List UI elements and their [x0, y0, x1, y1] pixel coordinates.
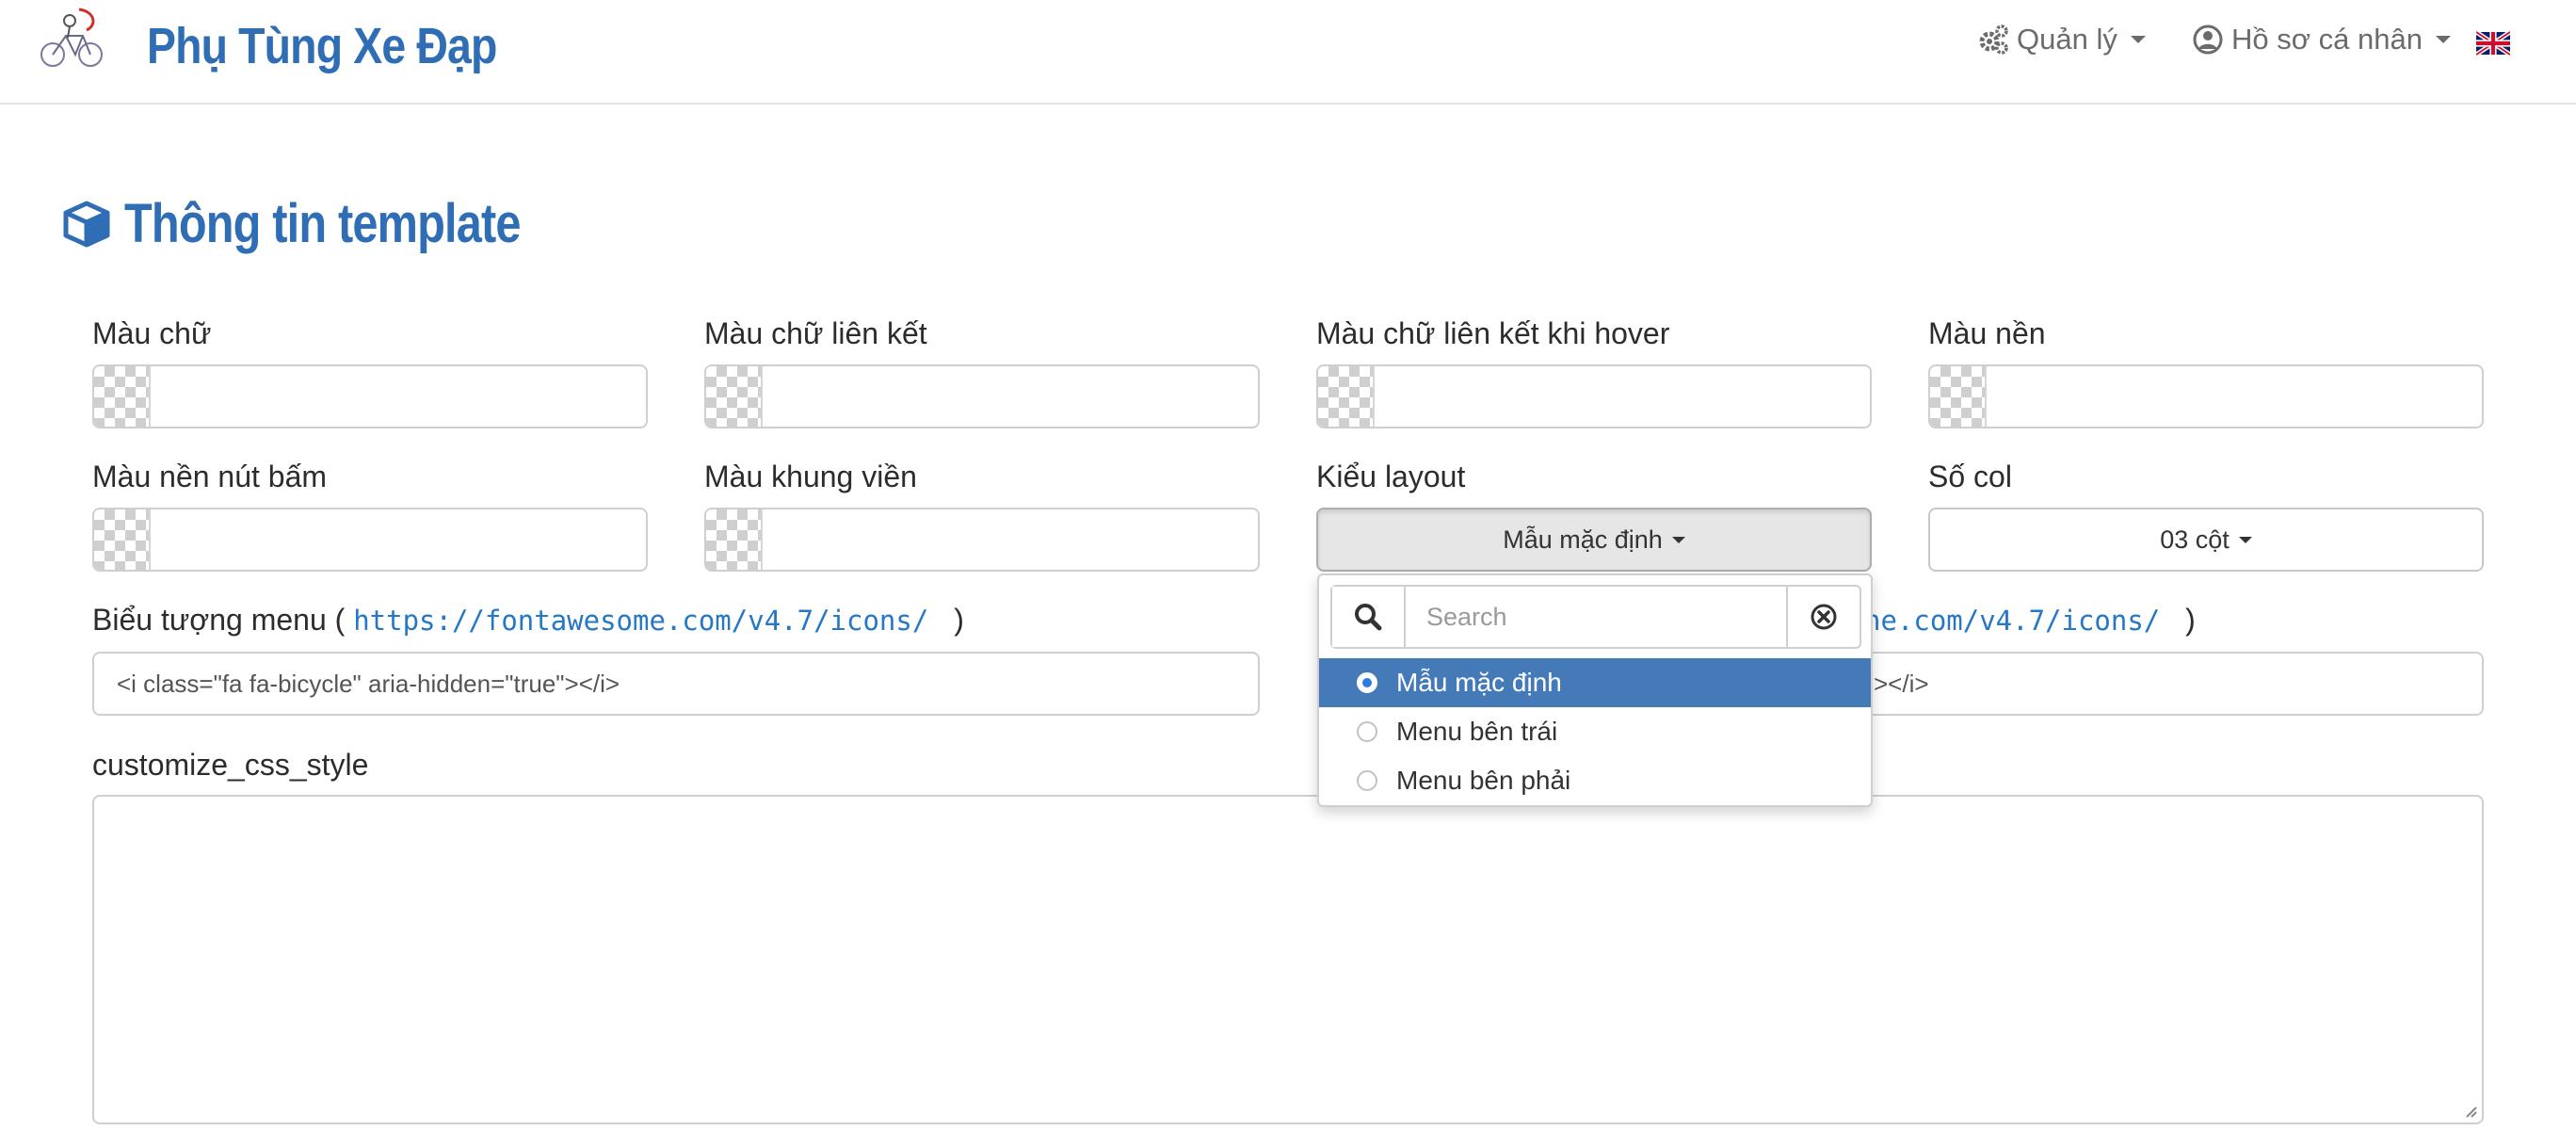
page-title-text: Thông tin template — [124, 193, 521, 254]
color-swatch[interactable] — [94, 366, 151, 427]
columns-select[interactable]: 03 cột — [1928, 508, 2484, 572]
uk-flag-icon[interactable] — [2476, 31, 2510, 56]
layout-label: Kiểu layout — [1316, 460, 1466, 493]
menu-icon-label-text: Biểu tượng menu — [92, 603, 327, 637]
nav-profile-dropdown[interactable]: Hồ sơ cá nhân — [2192, 23, 2451, 57]
menu-icon-label: Biểu tượng menu ( https://fontawesome.co… — [92, 603, 964, 638]
layout-option-label: Menu bên phải — [1396, 766, 1571, 795]
css-style-textarea[interactable] — [92, 795, 2484, 1124]
caret-down-icon — [2238, 536, 2252, 543]
second-icon-input-value: ></i> — [1874, 669, 1929, 698]
dropdown-search-input[interactable]: Search — [1406, 587, 1786, 647]
layout-dropdown-menu: Search Mẫu mặc định Menu bên trái Menu b… — [1317, 574, 1873, 807]
css-style-label: customize_css_style — [92, 748, 369, 782]
close-circle-icon — [1811, 604, 1837, 630]
columns-select-value: 03 cột — [2160, 525, 2230, 554]
layout-option-label: Menu bên trái — [1396, 717, 1558, 746]
cogs-icon — [1979, 24, 2008, 55]
background-color-label: Màu nền — [1928, 316, 2046, 350]
link-hover-color-picker[interactable] — [1316, 364, 1872, 428]
layout-option[interactable]: Menu bên phải — [1319, 756, 1871, 805]
fontawesome-link[interactable]: https://fontawesome.com/v4.7/icons/ — [353, 605, 928, 637]
layout-option-label: Mẫu mặc định — [1396, 668, 1562, 697]
nav-profile-label: Hồ sơ cá nhân — [2231, 23, 2423, 56]
resize-grip-icon[interactable] — [2461, 1102, 2478, 1119]
caret-down-icon — [2436, 36, 2451, 43]
button-background-label: Màu nền nút bấm — [92, 460, 328, 493]
caret-down-icon — [1671, 536, 1685, 543]
radio-selected-icon — [1357, 672, 1377, 693]
radio-icon — [1357, 721, 1377, 742]
layout-select[interactable]: Mẫu mặc định — [1316, 508, 1872, 572]
menu-icon-paren-close: ) — [954, 603, 964, 637]
nav-manage-dropdown[interactable]: Quản lý — [1977, 23, 2146, 57]
second-icon-paren-close: ) — [2185, 603, 2196, 637]
dropdown-search-box: Search — [1330, 585, 1861, 649]
color-swatch[interactable] — [1318, 366, 1375, 427]
button-background-picker[interactable] — [92, 508, 648, 572]
search-addon — [1332, 587, 1406, 647]
cube-icon — [63, 201, 110, 247]
caret-down-icon — [2130, 36, 2146, 43]
page-title: Thông tin template — [62, 192, 596, 255]
background-color-picker[interactable] — [1928, 364, 2484, 428]
link-color-picker[interactable] — [704, 364, 1260, 428]
menu-icon-input[interactable]: <i class="fa fa-bicycle" aria-hidden="tr… — [92, 652, 1260, 716]
border-color-label: Màu khung viền — [704, 460, 917, 493]
bicycle-logo-icon[interactable] — [38, 6, 107, 75]
link-color-label: Màu chữ liên kết — [704, 316, 927, 350]
color-swatch[interactable] — [1930, 366, 1987, 427]
layout-option[interactable]: Menu bên trái — [1319, 707, 1871, 756]
user-circle-icon — [2193, 24, 2223, 55]
second-icon-label: ne.com/v4.7/icons/ ) — [1864, 603, 2196, 638]
layout-select-value: Mẫu mặc định — [1503, 525, 1663, 554]
color-swatch[interactable] — [94, 509, 151, 570]
color-swatch[interactable] — [706, 509, 763, 570]
radio-icon — [1357, 770, 1377, 791]
nav-manage-label: Quản lý — [2017, 23, 2117, 56]
text-color-picker[interactable] — [92, 364, 648, 428]
text-color-label: Màu chữ — [92, 316, 212, 350]
clear-search-button[interactable] — [1786, 587, 1860, 647]
border-color-picker[interactable] — [704, 508, 1260, 572]
link-hover-color-label: Màu chữ liên kết khi hover — [1316, 316, 1670, 350]
layout-option[interactable]: Mẫu mặc định — [1319, 658, 1871, 707]
columns-label: Số col — [1928, 460, 2012, 493]
navbar: Phụ Tùng Xe Đạp Quản lý Hồ sơ cá nhân — [0, 0, 2576, 105]
fontawesome-link-2[interactable]: ne.com/v4.7/icons/ — [1864, 605, 2160, 637]
menu-icon-paren-open: ( — [334, 603, 346, 637]
brand-name[interactable]: Phụ Tùng Xe Đạp — [147, 17, 497, 75]
color-swatch[interactable] — [706, 366, 763, 427]
search-icon — [1355, 604, 1382, 631]
